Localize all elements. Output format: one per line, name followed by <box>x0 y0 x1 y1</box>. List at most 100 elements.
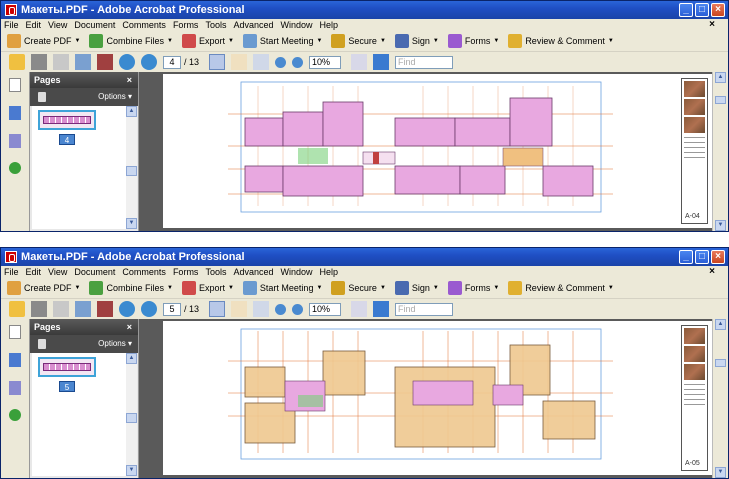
menu-help[interactable]: Help <box>320 20 339 30</box>
open-folder-icon[interactable] <box>9 54 25 70</box>
export-button[interactable]: Export ▼ <box>181 281 234 295</box>
close-panel-icon[interactable]: × <box>127 72 132 88</box>
menu-comments[interactable]: Comments <box>122 20 166 30</box>
start-meeting-button[interactable]: Start Meeting ▼ <box>242 34 322 48</box>
scroll-down-icon[interactable]: ▼ <box>126 218 137 229</box>
review-comment-button[interactable]: Review & Comment ▼ <box>508 281 614 295</box>
doc-scroll-down-icon[interactable]: ▼ <box>715 220 726 231</box>
bookmarks-icon[interactable] <box>9 106 21 120</box>
close-panel-icon[interactable]: × <box>127 319 132 335</box>
panel-scrollbar[interactable]: ▲ ▼ <box>126 353 137 476</box>
export-button[interactable]: Export ▼ <box>181 34 234 48</box>
hand-tool-icon[interactable] <box>231 301 248 317</box>
maximize-button[interactable]: □ <box>695 3 709 17</box>
signatures-icon[interactable] <box>9 381 21 395</box>
scroll-up-icon[interactable]: ▲ <box>126 353 137 364</box>
document-close-icon[interactable]: × <box>709 266 715 277</box>
print-icon[interactable] <box>31 301 47 317</box>
forms-button[interactable]: Forms ▼ <box>447 281 499 295</box>
help-icon[interactable] <box>9 409 21 421</box>
close-button[interactable]: × <box>711 250 725 264</box>
menu-document[interactable]: Document <box>74 20 115 30</box>
fit-page-icon[interactable] <box>351 301 368 317</box>
zoom-out-icon[interactable] <box>275 303 287 315</box>
save-icon[interactable] <box>53 301 69 317</box>
fit-page-icon[interactable] <box>351 54 368 70</box>
menu-forms[interactable]: Forms <box>173 20 199 30</box>
forms-button[interactable]: Forms ▼ <box>447 34 499 48</box>
menu-help[interactable]: Help <box>320 267 339 277</box>
scroll-down-icon[interactable]: ▼ <box>126 465 137 476</box>
menu-edit[interactable]: Edit <box>26 267 42 277</box>
title-bar[interactable]: Макеты.PDF - Adobe Acrobat Professional … <box>1 248 728 266</box>
menu-tools[interactable]: Tools <box>205 267 226 277</box>
previous-page-icon[interactable] <box>119 301 135 317</box>
pages-panel-icon[interactable] <box>9 325 21 339</box>
page-number-input[interactable]: 4 <box>163 55 181 69</box>
scroll-up-icon[interactable]: ▲ <box>126 106 137 117</box>
zoom-level-select[interactable]: 10% <box>309 302 342 316</box>
menu-advanced[interactable]: Advanced <box>233 20 273 30</box>
camera-icon[interactable] <box>97 301 113 317</box>
create-pdf-button[interactable]: Create PDF ▼ <box>7 34 80 48</box>
combine-files-button[interactable]: Combine Files ▼ <box>89 281 173 295</box>
signatures-icon[interactable] <box>9 134 21 148</box>
start-meeting-button[interactable]: Start Meeting ▼ <box>242 281 322 295</box>
next-page-icon[interactable] <box>141 54 157 70</box>
bookmarks-icon[interactable] <box>9 353 21 367</box>
menu-view[interactable]: View <box>48 267 67 277</box>
hand-tool-icon[interactable] <box>231 54 248 70</box>
panel-splitter[interactable] <box>139 72 159 231</box>
create-pdf-button[interactable]: Create PDF ▼ <box>7 281 80 295</box>
options-menu[interactable]: Options ▾ <box>98 339 132 348</box>
trash-icon[interactable] <box>38 92 46 102</box>
panel-splitter[interactable] <box>139 319 159 478</box>
secure-button[interactable]: Secure ▼ <box>331 34 386 48</box>
zoom-level-select[interactable]: 10% <box>309 55 342 69</box>
previous-page-icon[interactable] <box>119 54 135 70</box>
combine-files-button[interactable]: Combine Files ▼ <box>89 34 173 48</box>
menu-advanced[interactable]: Advanced <box>233 267 273 277</box>
title-bar[interactable]: Макеты.PDF - Adobe Acrobat Professional … <box>1 1 728 19</box>
menu-file[interactable]: File <box>4 20 19 30</box>
find-input[interactable]: Find <box>395 55 454 69</box>
document-close-icon[interactable]: × <box>709 19 715 30</box>
sign-button[interactable]: Sign ▼ <box>394 281 439 295</box>
email-icon[interactable] <box>75 54 91 70</box>
menu-tools[interactable]: Tools <box>205 20 226 30</box>
next-page-icon[interactable] <box>141 301 157 317</box>
menu-window[interactable]: Window <box>280 267 312 277</box>
help-icon[interactable] <box>9 162 21 174</box>
zoom-tool-icon[interactable] <box>253 54 270 70</box>
doc-scroll-thumb[interactable] <box>715 359 726 367</box>
panel-scrollbar[interactable]: ▲ ▼ <box>126 106 137 229</box>
page-thumbnail[interactable] <box>38 110 96 130</box>
zoom-in-icon[interactable] <box>292 303 304 315</box>
open-folder-icon[interactable] <box>9 301 25 317</box>
print-icon[interactable] <box>31 54 47 70</box>
trash-icon[interactable] <box>38 339 46 349</box>
page-number-input[interactable]: 5 <box>163 302 181 316</box>
doc-scroll-up-icon[interactable]: ▲ <box>715 319 726 330</box>
sign-button[interactable]: Sign ▼ <box>394 34 439 48</box>
menu-window[interactable]: Window <box>280 20 312 30</box>
doc-scroll-up-icon[interactable]: ▲ <box>715 72 726 83</box>
find-input[interactable]: Find <box>395 302 454 316</box>
save-icon[interactable] <box>53 54 69 70</box>
minimize-button[interactable]: _ <box>679 250 693 264</box>
menu-forms[interactable]: Forms <box>173 267 199 277</box>
pages-panel-icon[interactable] <box>9 78 21 92</box>
secure-button[interactable]: Secure ▼ <box>331 281 386 295</box>
scroll-thumb[interactable] <box>126 166 137 176</box>
menu-edit[interactable]: Edit <box>26 20 42 30</box>
zoom-in-icon[interactable] <box>292 56 304 68</box>
zoom-tool-icon[interactable] <box>253 301 270 317</box>
menu-file[interactable]: File <box>4 267 19 277</box>
menu-document[interactable]: Document <box>74 267 115 277</box>
fit-width-icon[interactable] <box>373 54 390 70</box>
camera-icon[interactable] <box>97 54 113 70</box>
select-tool-icon[interactable] <box>209 54 226 70</box>
email-icon[interactable] <box>75 301 91 317</box>
document-scrollbar[interactable]: ▲ ▼ <box>712 72 728 231</box>
doc-scroll-thumb[interactable] <box>715 96 726 104</box>
